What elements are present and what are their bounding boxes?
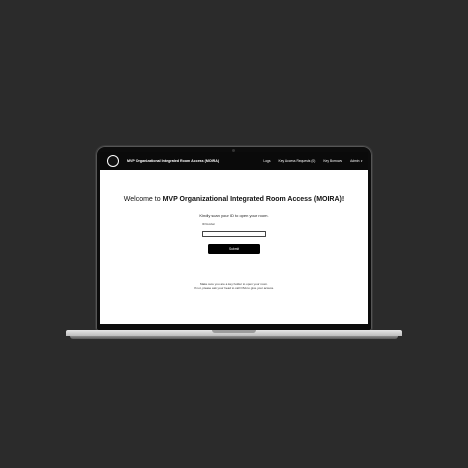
- nav-key-access-requests[interactable]: Key Access Requests (0): [279, 159, 316, 163]
- laptop-mockup: MVP Organizational Integrated Room Acces…: [0, 0, 468, 468]
- access-note: Make sure you are a key holder to open y…: [100, 282, 368, 291]
- logo-icon[interactable]: [107, 155, 119, 167]
- browser-screen: MVP Organizational Integrated Room Acces…: [100, 152, 368, 324]
- laptop-base-bottom: [70, 336, 398, 339]
- nav-logs[interactable]: Logs: [263, 159, 270, 163]
- welcome-app-name: MVP Organizational Integrated Room Acces…: [162, 196, 345, 203]
- submit-button[interactable]: Submit: [208, 244, 260, 254]
- nav-admin[interactable]: Admin: [350, 159, 359, 163]
- chevron-down-icon[interactable]: ▼: [360, 160, 363, 163]
- nav-key-borrows[interactable]: Key Borrows: [323, 159, 342, 163]
- id-number-label: ID Number: [202, 223, 215, 226]
- laptop-notch: [212, 330, 256, 333]
- navbar: MVP Organizational Integrated Room Acces…: [100, 152, 368, 170]
- brand-title[interactable]: MVP Organizational Integrated Room Acces…: [127, 159, 219, 163]
- access-note-line-2: If not, please ask your head to call OSA…: [194, 286, 274, 291]
- welcome-heading: Welcome to MVP Organizational Integrated…: [100, 196, 368, 203]
- id-number-input[interactable]: [202, 231, 266, 237]
- welcome-prefix: Welcome to: [123, 196, 163, 203]
- nav-links: Logs Key Access Requests (0) Key Borrows…: [255, 159, 363, 163]
- scan-instruction: Kindly scan your ID to open your room.: [199, 213, 269, 218]
- logo-mark: [108, 156, 118, 166]
